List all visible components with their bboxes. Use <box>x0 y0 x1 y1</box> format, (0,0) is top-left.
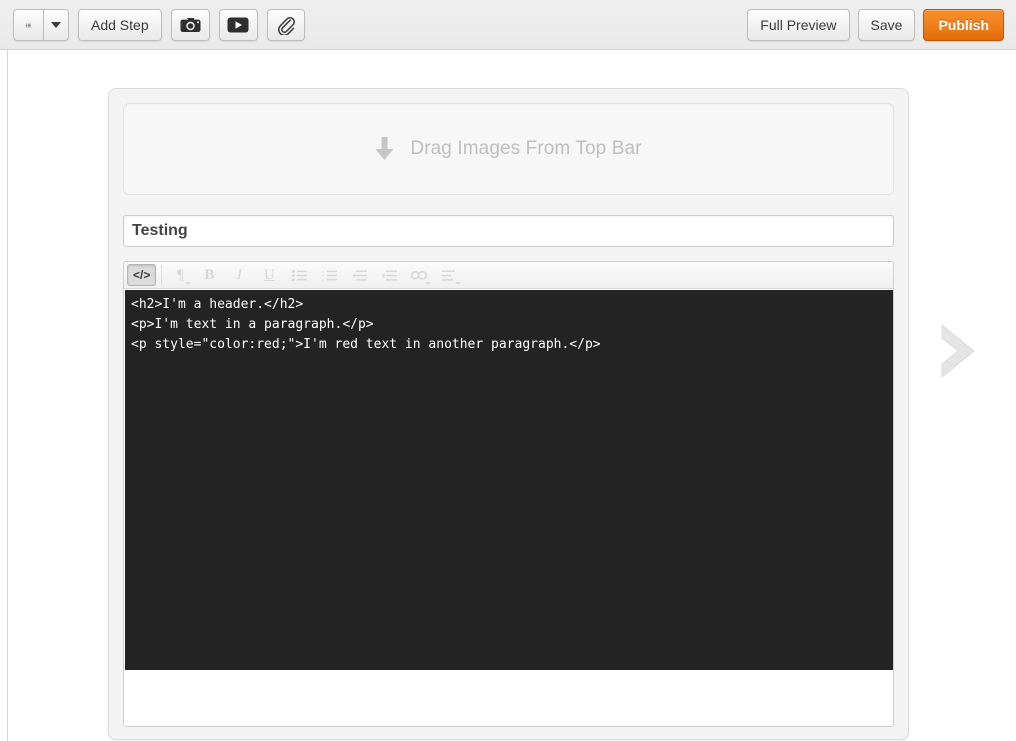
steps-list-button[interactable] <box>13 9 43 41</box>
link-button[interactable] <box>405 264 433 286</box>
chevron-down-icon <box>455 282 461 285</box>
outdent-icon <box>352 270 367 281</box>
chevron-right-icon <box>936 323 980 379</box>
save-button[interactable]: Save <box>858 9 916 41</box>
page-body: Drag Images From Top Bar </> ¶ B I <box>0 50 1016 741</box>
numbered-list-icon: 1 2 3 <box>322 270 337 281</box>
indent-icon <box>382 270 397 281</box>
steps-dropdown-button[interactable] <box>43 9 69 41</box>
toolbar-separator <box>161 265 162 285</box>
italic-icon: I <box>237 267 242 284</box>
add-video-button[interactable] <box>219 9 258 41</box>
outdent-button[interactable] <box>345 264 373 286</box>
publish-button[interactable]: Publish <box>923 9 1004 41</box>
source-code-textarea[interactable] <box>125 290 894 670</box>
full-preview-button[interactable]: Full Preview <box>747 9 849 41</box>
indent-button[interactable] <box>375 264 403 286</box>
chevron-down-icon <box>425 282 431 285</box>
link-icon <box>411 271 427 280</box>
bullet-list-icon <box>292 270 307 281</box>
chevron-down-icon <box>185 282 191 285</box>
source-code-button[interactable]: </> <box>127 264 156 286</box>
full-preview-label: Full Preview <box>760 17 836 33</box>
add-attachment-button[interactable] <box>267 9 305 41</box>
paperclip-icon <box>277 16 295 35</box>
camera-icon <box>180 17 201 33</box>
paragraph-format-button[interactable]: ¶ <box>167 264 193 286</box>
source-code-label: </> <box>128 268 155 282</box>
step-card: Drag Images From Top Bar </> ¶ B I <box>108 88 909 740</box>
top-toolbar: Add Step Full Preview <box>0 0 1016 50</box>
editor-toolbar: </> ¶ B I U <box>124 262 893 289</box>
save-label: Save <box>871 17 903 33</box>
bold-icon: B <box>204 267 214 284</box>
list-icon <box>26 19 31 32</box>
caret-down-icon <box>51 22 61 28</box>
add-step-button[interactable]: Add Step <box>78 9 162 41</box>
bold-button[interactable]: B <box>195 264 223 286</box>
left-rule-divider <box>7 50 8 741</box>
align-button[interactable] <box>435 264 463 286</box>
image-dropzone[interactable]: Drag Images From Top Bar <box>123 103 894 195</box>
align-left-icon <box>442 270 456 281</box>
unordered-list-button[interactable] <box>285 264 313 286</box>
step-title-input[interactable] <box>123 215 894 247</box>
arrow-down-icon <box>375 137 394 161</box>
add-photo-button[interactable] <box>171 9 210 41</box>
underline-icon: U <box>264 267 275 284</box>
rich-text-editor: </> ¶ B I U <box>123 261 894 727</box>
toolbar-left-group: Add Step <box>13 9 305 41</box>
svg-text:3: 3 <box>322 278 324 281</box>
add-step-label: Add Step <box>91 17 149 33</box>
italic-button[interactable]: I <box>225 264 253 286</box>
paragraph-icon: ¶ <box>177 267 184 284</box>
underline-button[interactable]: U <box>255 264 283 286</box>
ordered-list-button[interactable]: 1 2 3 <box>315 264 343 286</box>
publish-label: Publish <box>938 17 989 33</box>
toolbar-right-group: Full Preview Save Publish <box>747 9 1004 41</box>
next-step-arrow-button[interactable] <box>936 323 980 379</box>
dropzone-label: Drag Images From Top Bar <box>410 138 641 160</box>
steps-split-button-group <box>13 9 69 41</box>
video-icon <box>227 17 249 33</box>
